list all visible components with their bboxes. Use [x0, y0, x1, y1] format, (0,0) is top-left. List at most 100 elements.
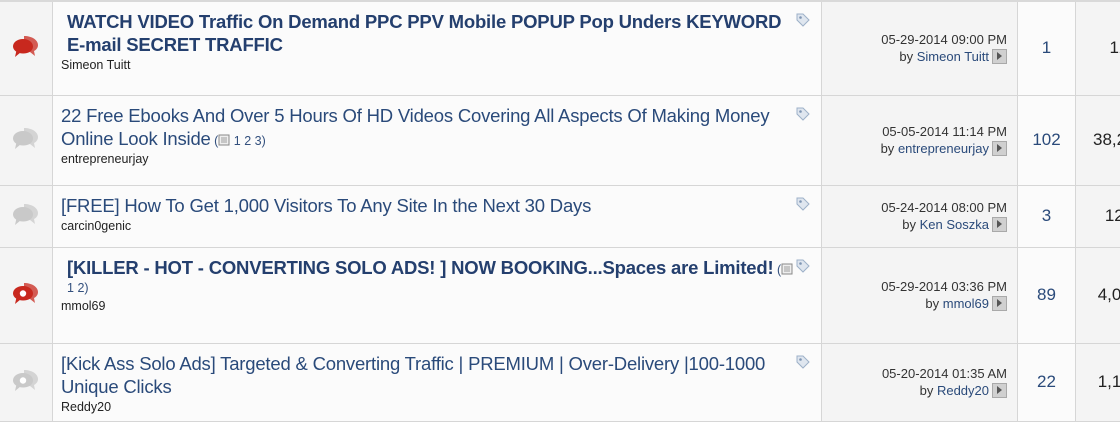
tag-icon: [795, 106, 811, 127]
thread-row: 22 Free Ebooks And Over 5 Hours Of HD Vi…: [0, 95, 1120, 185]
thread-title-cell: WATCH VIDEO Traffic On Demand PPC PPV Mo…: [53, 2, 822, 95]
page-link[interactable]: 1: [67, 281, 74, 295]
last-post-user-link[interactable]: Ken Soszka: [920, 217, 989, 232]
last-post-by: by mmol69: [822, 295, 1007, 312]
goto-last-post-icon[interactable]: [992, 217, 1007, 232]
thread-title-block: 22 Free Ebooks And Over 5 Hours Of HD Vi…: [61, 104, 801, 150]
last-post-date: 05-24-2014 08:00 PM: [822, 199, 1007, 216]
views-count: 1,100: [1098, 372, 1120, 391]
page-link[interactable]: 1: [234, 134, 241, 148]
thread-starter[interactable]: mmol69: [61, 299, 801, 314]
views-cell: 38,222: [1076, 95, 1120, 185]
page-link[interactable]: 2: [244, 134, 251, 148]
goto-last-post-icon[interactable]: [992, 383, 1007, 398]
last-post-by-prefix: by: [920, 383, 934, 398]
last-post-by-prefix: by: [925, 296, 939, 311]
thread-status-cell: [0, 247, 53, 343]
views-cell: 128: [1076, 185, 1120, 247]
thread-starter[interactable]: entrepreneurjay: [61, 152, 801, 167]
last-post-date: 05-20-2014 01:35 AM: [822, 365, 1007, 382]
replies-cell: 22: [1018, 343, 1076, 421]
last-post-by: by entrepreneurjay: [822, 140, 1007, 157]
thread-title-block: [Kick Ass Solo Ads] Targeted & Convertin…: [61, 352, 801, 398]
replies-cell: 3: [1018, 185, 1076, 247]
last-post-cell: 05-05-2014 11:14 PMby entrepreneurjay: [822, 95, 1018, 185]
replies-cell: 1: [1018, 2, 1076, 95]
hot-new-thread-bubble-icon: [12, 46, 40, 63]
last-post-cell: 05-24-2014 08:00 PMby Ken Soszka: [822, 185, 1018, 247]
views-cell: 4,042: [1076, 247, 1120, 343]
read-thread-bubble-icon: [12, 138, 40, 155]
tag-icon: [795, 12, 811, 33]
last-post-date: 05-05-2014 11:14 PM: [822, 123, 1007, 140]
last-post-user-link[interactable]: entrepreneurjay: [898, 141, 989, 156]
thread-starter[interactable]: Simeon Tuitt: [61, 58, 801, 73]
thread-title-link[interactable]: [KILLER - HOT - CONVERTING SOLO ADS! ] N…: [67, 257, 773, 278]
read-thread-bubble-icon: [12, 214, 40, 231]
last-post-user-link[interactable]: mmol69: [943, 296, 989, 311]
last-post-cell: 05-29-2014 03:36 PMby mmol69: [822, 247, 1018, 343]
tag-icon: [795, 258, 811, 279]
goto-last-post-icon[interactable]: [992, 49, 1007, 64]
multipage-icon: [781, 263, 793, 278]
replies-count-link[interactable]: 102: [1032, 130, 1060, 149]
replies-cell: 102: [1018, 95, 1076, 185]
thread-starter[interactable]: Reddy20: [61, 400, 801, 415]
read-dot-thread-bubble-icon: [12, 380, 40, 397]
last-post-by-prefix: by: [902, 217, 916, 232]
thread-title-link[interactable]: [Kick Ass Solo Ads] Targeted & Convertin…: [61, 353, 765, 397]
thread-status-cell: [0, 185, 53, 247]
last-post-cell: 05-20-2014 01:35 AMby Reddy20: [822, 343, 1018, 421]
thread-list-body: WATCH VIDEO Traffic On Demand PPC PPV Mo…: [0, 2, 1120, 421]
thread-row: WATCH VIDEO Traffic On Demand PPC PPV Mo…: [0, 2, 1120, 95]
views-count: 38,222: [1093, 130, 1120, 149]
thread-title-cell: [FREE] How To Get 1,000 Visitors To Any …: [53, 185, 822, 247]
thread-title-link[interactable]: WATCH VIDEO Traffic On Demand PPC PPV Mo…: [67, 11, 781, 55]
thread-row: [KILLER - HOT - CONVERTING SOLO ADS! ] N…: [0, 247, 1120, 343]
replies-count-link[interactable]: 3: [1042, 206, 1051, 225]
last-post-user-link[interactable]: Simeon Tuitt: [917, 49, 989, 64]
hot-dot-thread-bubble-icon: [12, 293, 40, 310]
thread-title-cell: [KILLER - HOT - CONVERTING SOLO ADS! ] N…: [53, 247, 822, 343]
last-post-by: by Reddy20: [822, 382, 1007, 399]
goto-last-post-icon[interactable]: [992, 141, 1007, 156]
thread-title-link[interactable]: [FREE] How To Get 1,000 Visitors To Any …: [61, 195, 591, 216]
views-count: 4,042: [1098, 285, 1120, 304]
thread-starter[interactable]: carcin0genic: [61, 219, 801, 234]
last-post-by: by Ken Soszka: [822, 216, 1007, 233]
views-cell: 12: [1076, 2, 1120, 95]
last-post-cell: 05-29-2014 09:00 PMby Simeon Tuitt: [822, 2, 1018, 95]
multipage-icon: [218, 134, 230, 149]
thread-list-table: WATCH VIDEO Traffic On Demand PPC PPV Mo…: [0, 2, 1120, 422]
thread-status-cell: [0, 95, 53, 185]
last-post-user-link[interactable]: Reddy20: [937, 383, 989, 398]
tag-icon: [795, 196, 811, 217]
replies-count-link[interactable]: 22: [1037, 372, 1056, 391]
thread-title-block: [KILLER - HOT - CONVERTING SOLO ADS! ] N…: [61, 256, 801, 297]
thread-title-cell: [Kick Ass Solo Ads] Targeted & Convertin…: [53, 343, 822, 421]
thread-row: [FREE] How To Get 1,000 Visitors To Any …: [0, 185, 1120, 247]
thread-status-cell: [0, 343, 53, 421]
thread-row: [Kick Ass Solo Ads] Targeted & Convertin…: [0, 343, 1120, 421]
last-post-date: 05-29-2014 03:36 PM: [822, 278, 1007, 295]
views-count: 128: [1105, 206, 1120, 225]
last-post-date: 05-29-2014 09:00 PM: [822, 31, 1007, 48]
page-link[interactable]: 2: [77, 281, 84, 295]
thread-status-cell: [0, 2, 53, 95]
tag-icon: [795, 354, 811, 375]
thread-title-block: [FREE] How To Get 1,000 Visitors To Any …: [61, 194, 801, 217]
views-cell: 1,100: [1076, 343, 1120, 421]
replies-cell: 89: [1018, 247, 1076, 343]
thread-title-block: WATCH VIDEO Traffic On Demand PPC PPV Mo…: [61, 10, 801, 56]
replies-count-link[interactable]: 1: [1042, 38, 1051, 57]
last-post-by: by Simeon Tuitt: [822, 48, 1007, 65]
thread-title-cell: 22 Free Ebooks And Over 5 Hours Of HD Vi…: [53, 95, 822, 185]
last-post-by-prefix: by: [899, 49, 913, 64]
last-post-by-prefix: by: [881, 141, 895, 156]
views-count: 12: [1110, 38, 1120, 57]
page-link[interactable]: 3: [255, 134, 262, 148]
goto-last-post-icon[interactable]: [992, 296, 1007, 311]
thread-title-link[interactable]: 22 Free Ebooks And Over 5 Hours Of HD Vi…: [61, 105, 769, 149]
replies-count-link[interactable]: 89: [1037, 285, 1056, 304]
thread-pages: ( 1 2 3): [211, 134, 266, 148]
